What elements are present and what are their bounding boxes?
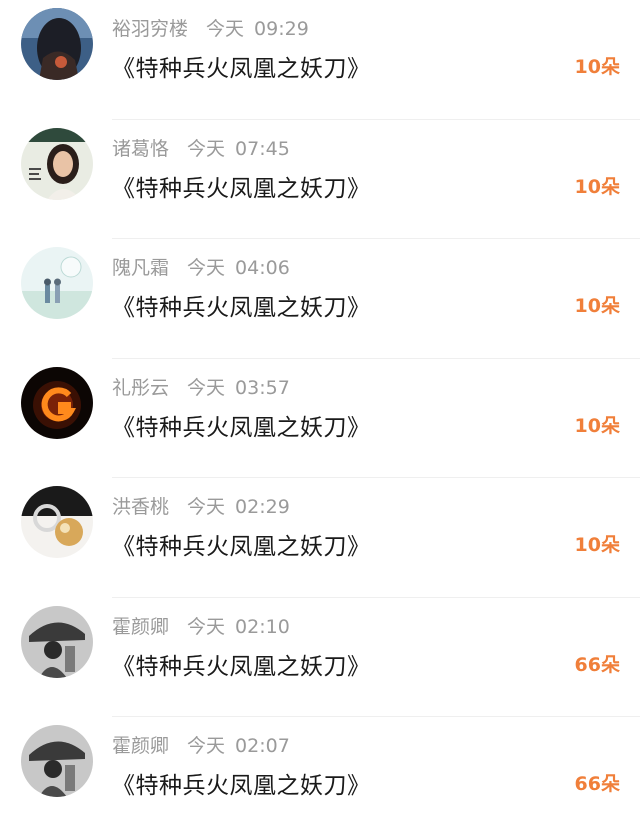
user-name[interactable]: 洪香桃 [112, 496, 169, 518]
gift-amount: 66朵 [574, 653, 620, 676]
meta-line: 裕羽穷楼 今天 09:29 [112, 14, 309, 41]
time-label: 07:45 [235, 137, 290, 160]
avatar[interactable] [21, 486, 93, 558]
list-item[interactable]: 霍颜卿 今天 02:07 《特种兵火凤凰之妖刀》 66朵 [0, 717, 640, 837]
list-item[interactable]: 霍颜卿 今天 02:10 《特种兵火凤凰之妖刀》 66朵 [0, 598, 640, 717]
date-label: 今天 [187, 137, 226, 160]
avatar[interactable] [21, 247, 93, 319]
list-item[interactable]: 洪香桃 今天 02:29 《特种兵火凤凰之妖刀》 10朵 [0, 478, 640, 598]
book-title[interactable]: 《特种兵火凤凰之妖刀》 [112, 766, 371, 800]
gift-amount: 10朵 [574, 295, 620, 317]
user-name[interactable]: 裕羽穷楼 [112, 18, 188, 40]
book-title[interactable]: 《特种兵火凤凰之妖刀》 [112, 408, 371, 442]
meta-line: 洪香桃 今天 02:29 [112, 492, 290, 519]
book-title[interactable]: 《特种兵火凤凰之妖刀》 [112, 288, 371, 322]
avatar-anime-girl-back-icon [21, 8, 93, 80]
list-item[interactable]: 隗凡霜 今天 04:06 《特种兵火凤凰之妖刀》 10朵 [0, 239, 640, 359]
avatar[interactable] [21, 725, 93, 797]
time-label: 09:29 [254, 18, 309, 40]
user-name[interactable]: 礼彤云 [112, 377, 169, 399]
avatar-bw-photo-icon [21, 605, 93, 678]
date-label: 今天 [187, 615, 226, 638]
avatar-anime-couple-icon [21, 247, 93, 319]
meta-line: 礼彤云 今天 03:57 [112, 373, 290, 400]
list-item[interactable]: 礼彤云 今天 03:57 《特种兵火凤凰之妖刀》 10朵 [0, 359, 640, 478]
book-title[interactable]: 《特种兵火凤凰之妖刀》 [112, 647, 371, 681]
time-label: 02:29 [235, 496, 290, 518]
gift-amount: 10朵 [574, 56, 620, 78]
time-label: 02:10 [235, 615, 290, 638]
date-label: 今天 [187, 257, 226, 279]
book-title[interactable]: 《特种兵火凤凰之妖刀》 [112, 169, 371, 203]
avatar-fire-letter-g-icon [21, 366, 93, 439]
date-label: 今天 [187, 496, 226, 518]
avatar-pearl-ring-icon [21, 486, 93, 558]
avatar[interactable] [21, 8, 93, 80]
avatar[interactable] [21, 366, 93, 439]
time-label: 03:57 [235, 376, 290, 399]
meta-line: 霍颜卿 今天 02:10 [112, 612, 290, 639]
user-name[interactable]: 霍颜卿 [112, 735, 169, 757]
book-title[interactable]: 《特种兵火凤凰之妖刀》 [112, 527, 371, 561]
gift-record-list: 裕羽穷楼 今天 09:29 《特种兵火凤凰之妖刀》 10朵 诸葛恪 今天 07:45 《… [0, 0, 640, 837]
meta-line: 隗凡霜 今天 04:06 [112, 253, 290, 280]
avatar[interactable] [21, 127, 93, 200]
gift-amount: 10朵 [574, 175, 620, 198]
list-item[interactable]: 裕羽穷楼 今天 09:29 《特种兵火凤凰之妖刀》 10朵 [0, 0, 640, 120]
avatar-woman-poster-icon [21, 127, 93, 200]
user-name[interactable]: 霍颜卿 [112, 616, 169, 638]
avatar[interactable] [21, 605, 93, 678]
date-label: 今天 [187, 735, 226, 757]
gift-amount: 66朵 [574, 773, 620, 795]
gift-amount: 10朵 [574, 414, 620, 437]
gift-amount: 10朵 [574, 534, 620, 556]
time-label: 02:07 [235, 735, 290, 757]
time-label: 04:06 [235, 257, 290, 279]
book-title[interactable]: 《特种兵火凤凰之妖刀》 [112, 49, 371, 83]
meta-line: 诸葛恪 今天 07:45 [112, 134, 290, 161]
date-label: 今天 [206, 18, 245, 40]
user-name[interactable]: 隗凡霜 [112, 257, 169, 279]
avatar-bw-photo-icon [21, 725, 93, 797]
list-item[interactable]: 诸葛恪 今天 07:45 《特种兵火凤凰之妖刀》 10朵 [0, 120, 640, 239]
date-label: 今天 [187, 376, 226, 399]
user-name[interactable]: 诸葛恪 [112, 138, 169, 160]
meta-line: 霍颜卿 今天 02:07 [112, 731, 290, 758]
